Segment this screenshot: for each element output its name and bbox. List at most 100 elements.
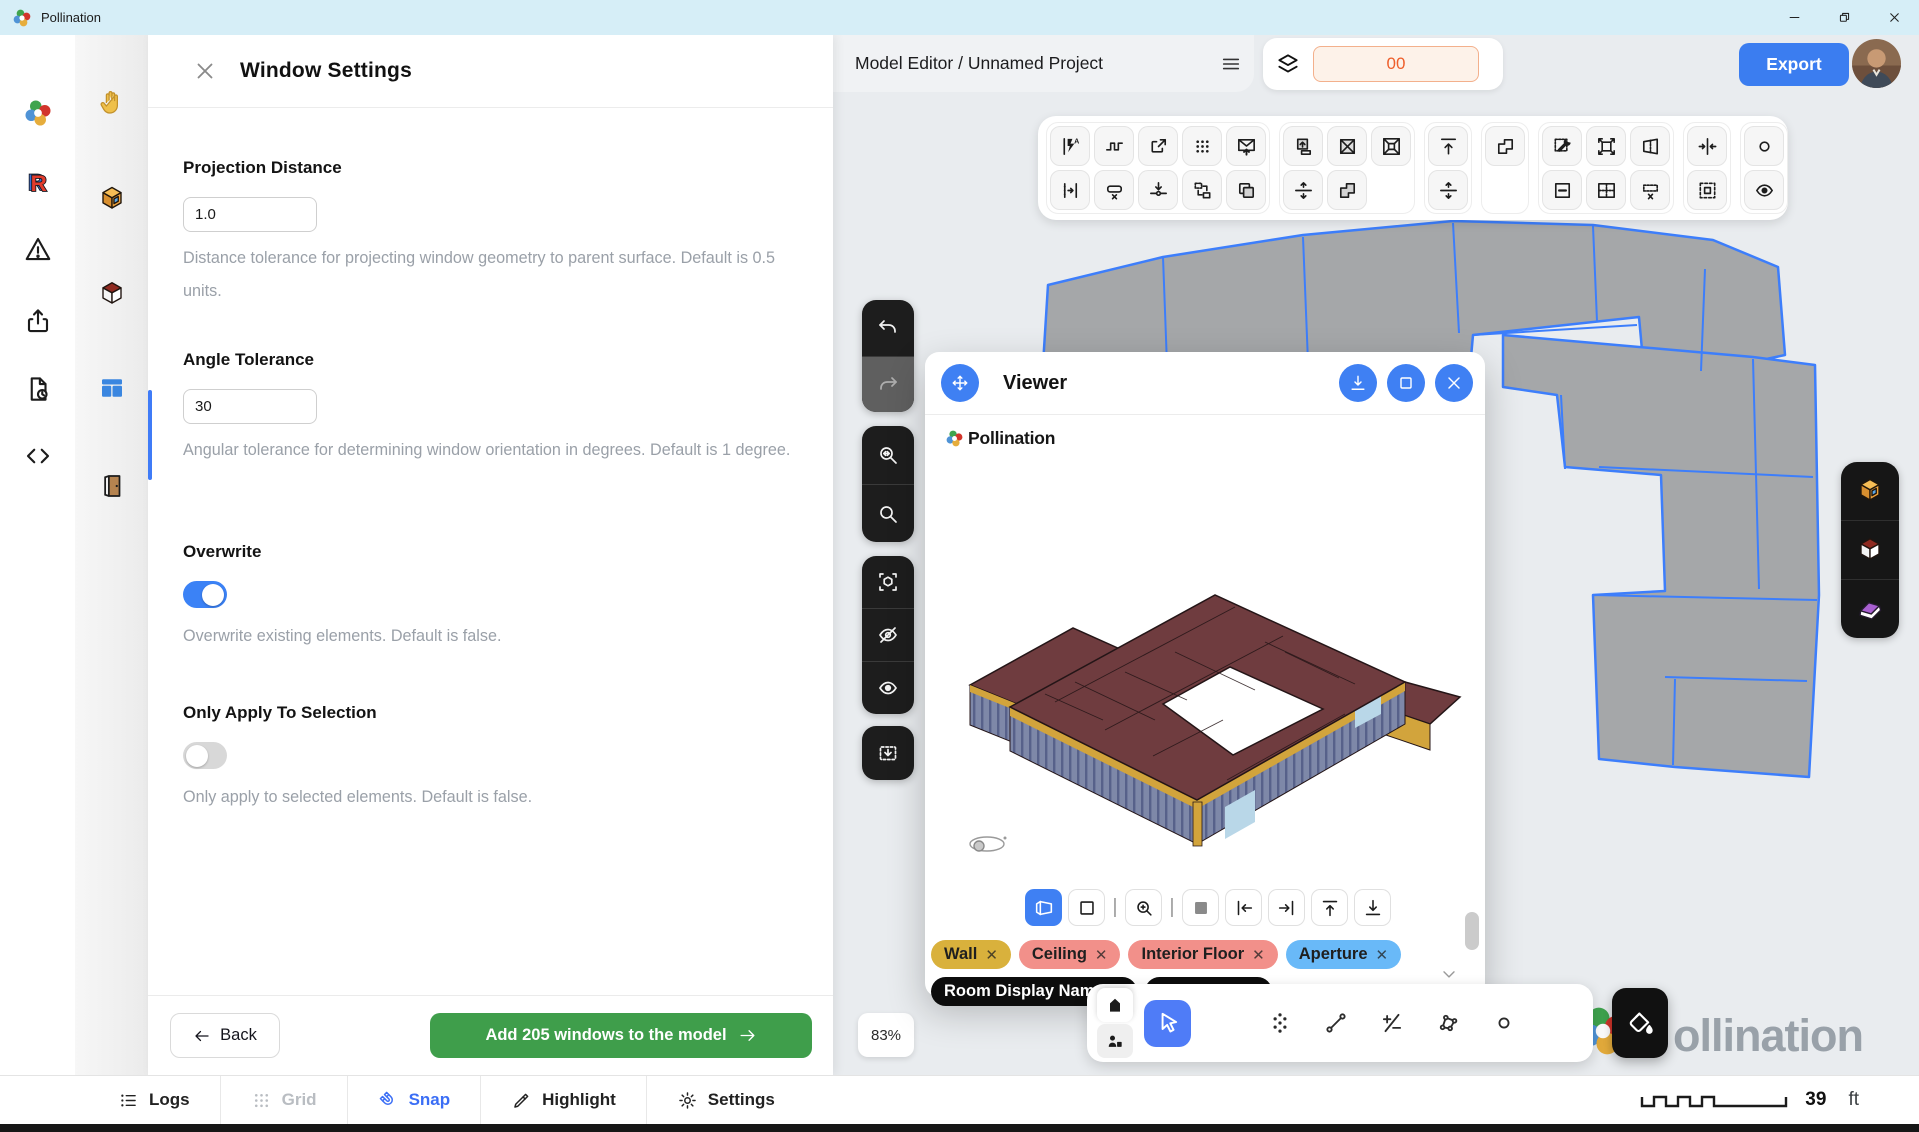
overwrite-toggle[interactable] [183,581,227,608]
zoom-level-badge[interactable]: 83% [858,1013,914,1057]
chevron-down-icon[interactable] [1439,964,1459,984]
download-viewer-button[interactable] [1339,364,1377,402]
plus-minus-tool[interactable] [1368,1000,1415,1047]
remove-opening-button[interactable] [1094,170,1134,210]
small-circle-tool[interactable] [1480,1000,1527,1047]
person-room-button[interactable] [1097,1024,1133,1058]
back-button[interactable]: Back [170,1013,280,1058]
pan-hand-tool[interactable] [1200,1000,1247,1047]
toggle-visibility-button[interactable] [1744,170,1784,210]
statusbar-snap-button[interactable]: Snap [348,1076,481,1124]
filled-square-button[interactable] [1182,889,1219,926]
pull-out-button[interactable] [1138,126,1178,166]
split-horizontal-button[interactable] [1283,170,1323,210]
go-bottom-button[interactable] [1354,889,1391,926]
add-windows-button[interactable]: Add 205 windows to the model [430,1013,812,1058]
draw-line-tool[interactable] [1312,1000,1359,1047]
zoom-window-button[interactable] [1125,889,1162,926]
user-avatar[interactable] [1852,39,1901,88]
sidebar-item-warning[interactable] [23,234,53,264]
subtract-face-button[interactable] [1542,170,1582,210]
add-point-button[interactable] [1744,126,1784,166]
sidebar-item-code[interactable] [23,441,53,471]
remove-tag-icon[interactable]: ✕ [1252,946,1265,964]
step-profile-button[interactable] [1094,126,1134,166]
delete-row-button[interactable] [1630,170,1670,210]
extrude-face-button[interactable] [1283,126,1323,166]
align-middle-button[interactable] [1687,126,1727,166]
remove-tag-icon[interactable]: ✕ [1095,946,1108,964]
model-3d-view[interactable] [925,447,1485,877]
drop-to-ground-button[interactable] [1138,170,1178,210]
selection-region-button[interactable] [1687,170,1727,210]
home-shape-button[interactable] [1097,988,1133,1022]
statusbar-logs-button[interactable]: Logs [88,1076,220,1124]
paint-bucket-button[interactable] [1612,988,1668,1058]
undo-button[interactable] [862,300,914,356]
remove-tag-icon[interactable]: ✕ [985,946,998,964]
hide-eye-button[interactable] [862,608,914,661]
snap-points-button[interactable] [1050,170,1090,210]
projection_distance-input[interactable] [183,197,317,232]
layer-tag-interior-floor[interactable]: Interior Floor✕ [1128,940,1277,969]
point-grid-tool[interactable] [1256,1000,1303,1047]
panel-scroll-indicator[interactable] [148,390,152,480]
union-outline-button[interactable] [1485,126,1525,166]
close-window-button[interactable] [1869,0,1919,35]
ceiling-cube-layer-button[interactable] [1841,520,1899,579]
menu-icon[interactable] [1220,53,1242,75]
sidebar-item-door[interactable] [97,471,127,501]
sidebar-item-grid-window-active[interactable] [97,373,127,403]
polygon-nodes-tool[interactable] [1424,1000,1471,1047]
minimize-button[interactable] [1769,0,1819,35]
union-filled-button[interactable] [1327,170,1367,210]
square-outline-button[interactable] [1068,889,1105,926]
step-last-button[interactable] [1268,889,1305,926]
shade-layer-button[interactable] [1841,579,1899,638]
redo-button[interactable] [862,356,914,412]
viewer-header[interactable]: Viewer [925,352,1485,415]
repair-geometry-button[interactable] [1542,126,1582,166]
viewer-scrollbar[interactable] [1465,912,1479,950]
merge-down-button[interactable] [1226,126,1266,166]
auto-apertures-button[interactable]: A [1050,126,1090,166]
close-panel-icon[interactable] [192,58,218,84]
only_apply_to_selection-toggle[interactable] [183,742,227,769]
step-first-button[interactable] [1225,889,1262,926]
sidebar-item-ceiling-cube[interactable] [97,279,127,309]
dot-grid-button[interactable] [1182,126,1222,166]
close-viewer-button[interactable] [1435,364,1473,402]
sidebar-item-file-report[interactable] [23,374,53,404]
sidebar-item-share-up[interactable] [23,306,53,336]
zoom-extents-button[interactable] [862,426,914,484]
search-button[interactable] [862,484,914,542]
layer-tag-wall[interactable]: Wall✕ [931,940,1011,969]
statusbar-grid-button[interactable]: Grid [221,1076,347,1124]
sidebar-item-rhino-r[interactable]: RR [23,168,53,198]
show-eye-button[interactable] [862,661,914,714]
swap-geometry-button[interactable] [1182,170,1222,210]
scale-frame-button[interactable] [1586,126,1626,166]
split-vertical-button[interactable] [1428,170,1468,210]
isolate-cube-button[interactable] [862,556,914,608]
select-cursor-tool[interactable] [1144,1000,1191,1047]
perspective-camera-button[interactable] [1025,889,1062,926]
angle_tolerance-input[interactable] [183,389,317,424]
go-top-button[interactable] [1311,889,1348,926]
layer-tag-aperture[interactable]: Aperture✕ [1286,940,1401,969]
import-model-button[interactable] [862,726,914,780]
offset-frame-button[interactable] [1371,126,1411,166]
statusbar-settings-button[interactable]: Settings [647,1076,805,1124]
export-button[interactable]: Export [1739,43,1849,86]
perspective-view-button[interactable] [1630,126,1670,166]
sidebar-item-hand-wave[interactable] [97,88,127,118]
sidebar-item-pollination-logo[interactable] [23,98,53,128]
delete-face-button[interactable] [1327,126,1367,166]
model-canvas[interactable]: Model Editor / Unnamed Project Export A … [833,35,1919,1075]
raise-to-top-button[interactable] [1428,126,1468,166]
layers-icon[interactable] [1275,51,1301,77]
story-input[interactable] [1313,46,1479,82]
maximize-viewer-button[interactable] [1387,364,1425,402]
remove-tag-icon[interactable]: ✕ [1376,946,1389,964]
layer-tag-ceiling[interactable]: Ceiling✕ [1019,940,1121,969]
